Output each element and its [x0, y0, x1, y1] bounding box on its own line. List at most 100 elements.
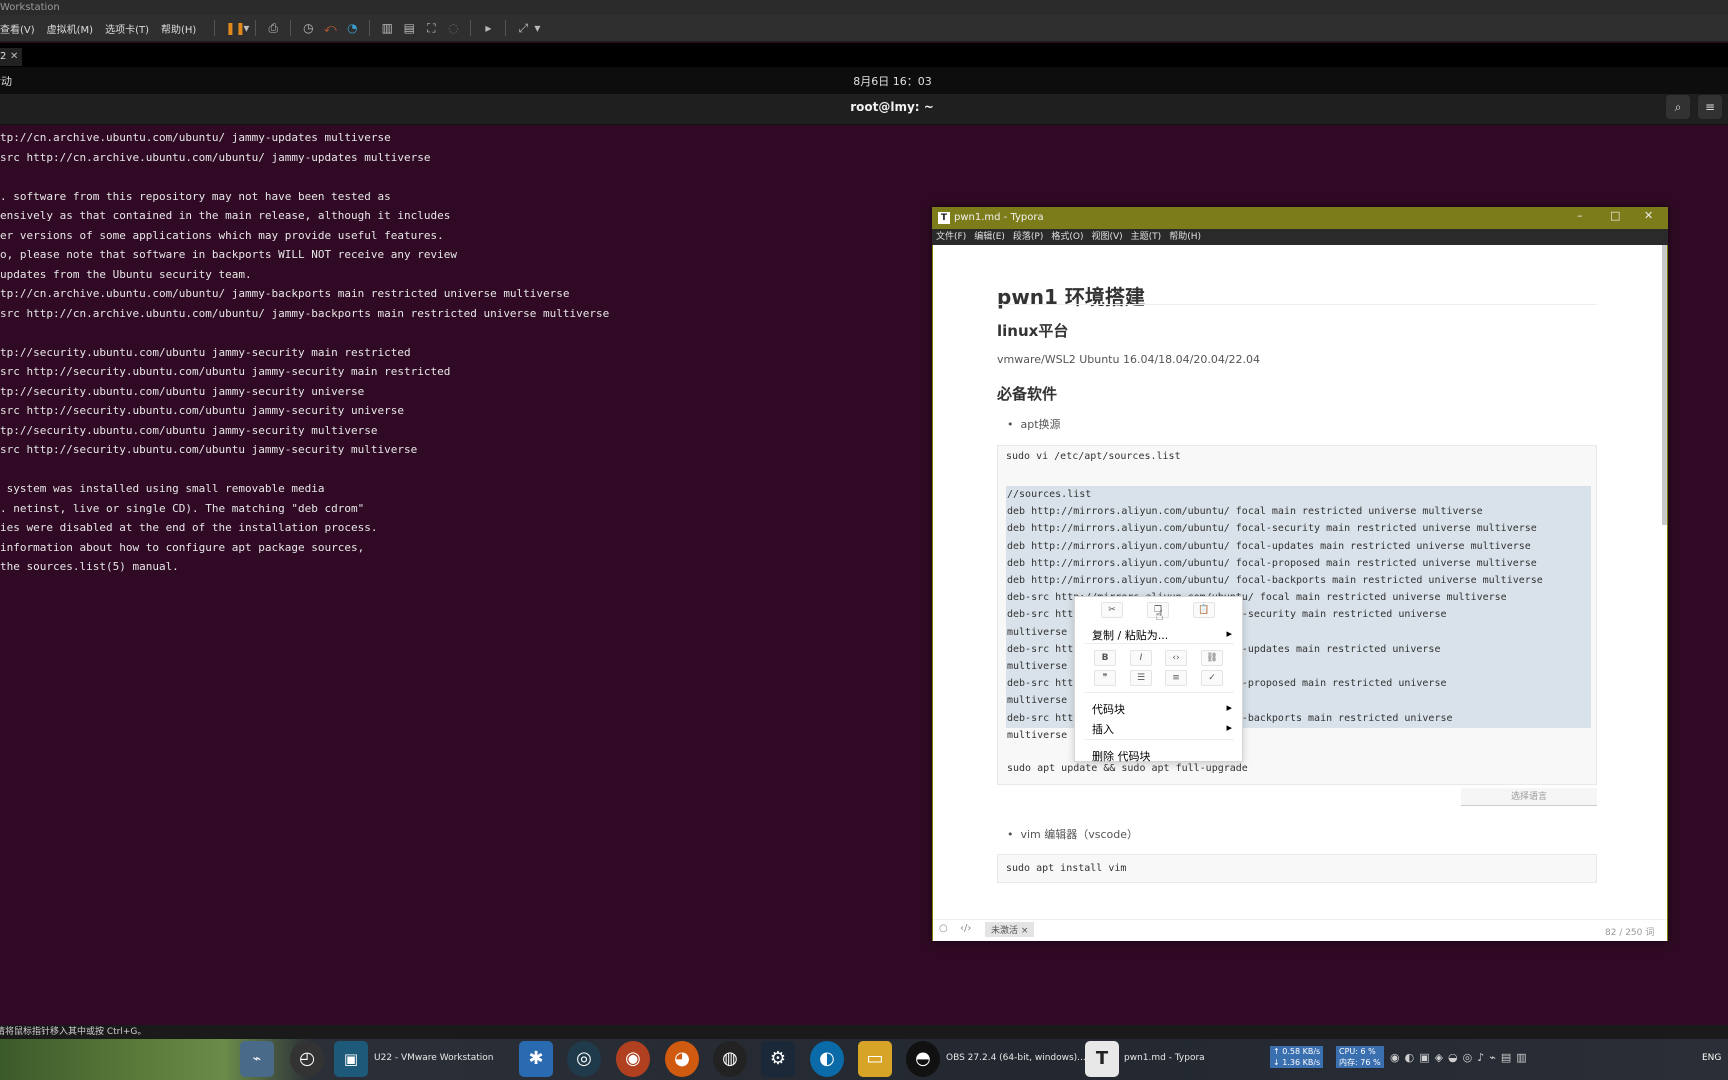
- app-circle-icon[interactable]: ◎: [567, 1041, 601, 1077]
- toolbar-separator: [369, 20, 371, 36]
- list-item-apt[interactable]: • apt换源: [1007, 416, 1061, 432]
- typora-menu-paragraph[interactable]: 段落(P): [1013, 229, 1043, 245]
- terminal-output: tp://cn.archive.ubuntu.com/ubuntu/ jammy…: [0, 128, 609, 577]
- doc-heading-software[interactable]: 必备软件: [997, 383, 1057, 404]
- steam-icon[interactable]: ⚙: [761, 1041, 795, 1077]
- typora-menu-help[interactable]: 帮助(H): [1169, 229, 1201, 245]
- snapshot-icon[interactable]: ◷: [301, 21, 315, 35]
- activation-badge[interactable]: 未激活 ×: [985, 922, 1035, 937]
- doc-heading-1[interactable]: pwn1 环境搭建: [997, 281, 1145, 310]
- typora-scrollbar[interactable]: [1662, 245, 1667, 525]
- send-keys-icon[interactable]: ⎙: [266, 21, 280, 35]
- typora-menu-edit[interactable]: 编辑(E): [974, 229, 1005, 245]
- terminal-line: tp://security.ubuntu.com/ubuntu jammy-se…: [0, 345, 411, 359]
- close-tab-icon[interactable]: ✕: [10, 51, 18, 62]
- system-tray-icons[interactable]: ◉◐▣◈◒◎♪⌁▤▥: [1390, 1051, 1532, 1064]
- menu-help[interactable]: 帮助(H): [161, 21, 196, 36]
- ubisoft-icon[interactable]: ◍: [713, 1041, 747, 1077]
- file-explorer-icon[interactable]: ▭: [858, 1041, 892, 1077]
- menu-divider: [1084, 692, 1234, 693]
- clock[interactable]: 8月6日 16：03: [800, 73, 985, 89]
- typora-menu-view[interactable]: 视图(V): [1091, 229, 1122, 245]
- chevron-down-icon[interactable]: ▾: [243, 21, 249, 35]
- ctx-code-block[interactable]: 代码块 ▸: [1092, 701, 1232, 717]
- terminal-icon[interactable]: ▸: [481, 21, 495, 35]
- obs-icon[interactable]: ◓: [906, 1041, 940, 1077]
- doc-platform-text[interactable]: vmware/WSL2 Ubuntu 16.04/18.04/20.04/22.…: [997, 353, 1260, 366]
- library-icon[interactable]: ▥: [380, 21, 394, 35]
- source-code-mode-icon[interactable]: ‹/›: [960, 923, 971, 934]
- mouse-cursor-icon: ☝: [1155, 608, 1164, 624]
- close-icon[interactable]: ✕: [1644, 209, 1653, 222]
- language-indicator[interactable]: ENG: [1702, 1053, 1721, 1063]
- maximize-icon[interactable]: □: [1610, 209, 1620, 222]
- hamburger-menu-icon[interactable]: ≡: [1698, 95, 1722, 119]
- ctx-item-label: 插入: [1092, 723, 1114, 736]
- edge-icon[interactable]: ◐: [810, 1041, 844, 1077]
- app-speedometer-icon[interactable]: ◴: [290, 1041, 324, 1077]
- inline-code-icon[interactable]: ‹›: [1165, 650, 1187, 666]
- terminal-line: src http://security.ubuntu.com/ubuntu ja…: [0, 443, 418, 456]
- list-item-label: apt换源: [1020, 418, 1061, 431]
- vmware-titlebar: Workstation: [0, 0, 1728, 15]
- pause-icon[interactable]: ❚❚: [225, 21, 245, 35]
- typora-logo-icon: T: [938, 212, 950, 224]
- code-line: sudo apt update && sudo apt full-upgrade: [1007, 763, 1248, 774]
- typora-title: pwn1.md - Typora: [954, 212, 1044, 223]
- typora-menu-format[interactable]: 格式(O): [1051, 229, 1083, 245]
- net-speed-widget: ↑ 0.58 KB/s ↓ 1.36 KB/s: [1270, 1046, 1324, 1068]
- obs-taskbar-label[interactable]: OBS 27.2.4 (64-bit, windows)...: [946, 1053, 1086, 1063]
- app-bluetooth-icon[interactable]: ✱: [519, 1041, 553, 1077]
- bold-icon[interactable]: B: [1094, 650, 1116, 666]
- word-count[interactable]: 82 / 250 词: [1605, 925, 1654, 938]
- italic-icon[interactable]: I: [1130, 650, 1152, 666]
- terminal-line: the sources.list(5) manual.: [0, 560, 179, 573]
- typora-menu-file[interactable]: 文件(F): [936, 229, 966, 245]
- activities-button[interactable]: 活动: [0, 73, 12, 89]
- menu-view[interactable]: 查看(V): [0, 21, 35, 36]
- bullet-list-icon[interactable]: ≡: [1165, 670, 1187, 686]
- code-line: sudo vi /etc/apt/sources.list: [1006, 451, 1181, 462]
- link-icon[interactable]: ⛓: [1201, 650, 1223, 666]
- vmware-taskbar-icon[interactable]: ▣: [334, 1041, 368, 1077]
- terminal-line: src http://cn.archive.ubuntu.com/ubuntu/…: [0, 306, 610, 320]
- revert-snapshot-icon[interactable]: ⤺: [323, 21, 337, 35]
- typora-menubar: 文件(F) 编辑(E) 段落(P) 格式(O) 视图(V) 主题(T) 帮助(H…: [932, 229, 1668, 245]
- ctx-delete-code-block[interactable]: 删除 代码块: [1092, 748, 1151, 764]
- snapshot-manager-icon[interactable]: ◔: [345, 21, 359, 35]
- list-item-vim[interactable]: • vim 编辑器（vscode）: [1007, 826, 1138, 842]
- terminal-line: tp://security.ubuntu.com/ubuntu jammy-se…: [0, 423, 378, 437]
- ctx-copy-paste-as[interactable]: 复制 / 粘贴为... ▸: [1092, 627, 1232, 643]
- typora-menu-theme[interactable]: 主题(T): [1131, 229, 1162, 245]
- stretch-icon[interactable]: ⤢: [516, 21, 530, 35]
- paste-icon[interactable]: 📋: [1193, 602, 1215, 618]
- ordered-list-icon[interactable]: ☰: [1130, 670, 1152, 686]
- mem-usage: 内存: 76 %: [1339, 1058, 1381, 1067]
- ctx-insert[interactable]: 插入 ▸: [1092, 721, 1232, 737]
- search-icon[interactable]: ⌕: [1666, 95, 1690, 119]
- fullscreen-icon[interactable]: ⛶: [424, 21, 438, 35]
- toolbar-separator: [290, 20, 292, 36]
- code-line: //sources.list: [1007, 489, 1092, 500]
- task-list-icon[interactable]: ✓: [1201, 670, 1223, 686]
- firefox-icon[interactable]: ◕: [665, 1041, 699, 1077]
- unity-icon[interactable]: ◌: [446, 21, 460, 35]
- app-media-icon[interactable]: ◉: [616, 1041, 650, 1077]
- cut-icon[interactable]: ✂: [1101, 602, 1123, 618]
- language-select[interactable]: 选择语言: [1461, 788, 1597, 806]
- typora-taskbar-label[interactable]: pwn1.md - Typora: [1124, 1053, 1205, 1063]
- menu-tabs[interactable]: 选项卡(T): [105, 21, 149, 36]
- typora-taskbar-icon[interactable]: T: [1085, 1041, 1119, 1077]
- terminal-line: src http://security.ubuntu.com/ubuntu ja…: [0, 404, 404, 417]
- net-up: ↑ 0.58 KB/s: [1273, 1047, 1321, 1056]
- chevron-down-icon[interactable]: ▾: [534, 21, 540, 35]
- minimize-icon[interactable]: –: [1577, 209, 1583, 222]
- app-monitor-icon[interactable]: ⌁: [240, 1041, 274, 1077]
- console-view-icon[interactable]: ▤: [402, 21, 416, 35]
- outline-toggle-icon[interactable]: ○: [939, 923, 948, 934]
- typora-statusbar: [933, 919, 1667, 941]
- vmware-taskbar-label[interactable]: U22 - VMware Workstation: [374, 1053, 493, 1063]
- doc-heading-linux[interactable]: linux平台: [997, 320, 1068, 341]
- quote-icon[interactable]: ❞: [1094, 670, 1116, 686]
- menu-vm[interactable]: 虚拟机(M): [47, 21, 93, 36]
